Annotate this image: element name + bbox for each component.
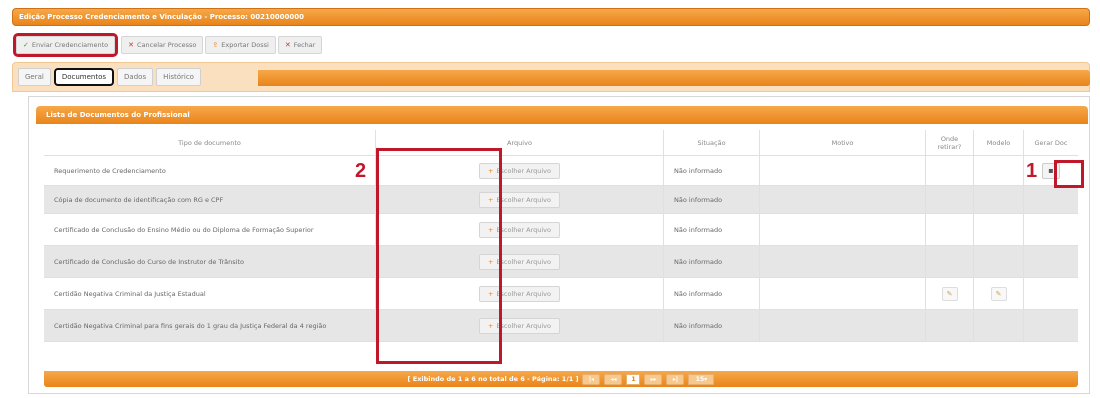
doc-type: Certidão Negativa Criminal para fins ger… <box>44 310 376 341</box>
send-credentialing-label: Enviar Credenciamento <box>31 41 109 49</box>
window-title: Edição Processo Credenciamento e Vincula… <box>12 8 1090 26</box>
where-cell <box>926 214 974 245</box>
reason <box>760 310 926 341</box>
pencil-icon[interactable]: ✎ <box>990 286 1007 301</box>
choose-file-label: Escolher Arquivo <box>496 257 552 266</box>
annotation-one: 1 <box>1026 160 1038 182</box>
doc-type: Certificado de Conclusão do Ensino Médio… <box>44 214 376 245</box>
reason <box>760 186 926 213</box>
doc-type: Certidão Negativa Criminal da Justiça Es… <box>44 278 376 309</box>
status: Não informado <box>664 246 760 277</box>
tab-geral[interactable]: Geral <box>18 68 51 86</box>
col-modelo: Modelo <box>974 130 1024 155</box>
col-motivo: Motivo <box>760 130 926 155</box>
cancel-process-label: Cancelar Processo <box>137 41 197 49</box>
table-row: Certificado de Conclusão do Curso de Ins… <box>44 246 1078 278</box>
documents-table: Tipo de documento Arquivo Situação Motiv… <box>44 130 1078 342</box>
generate-cell <box>1024 310 1078 341</box>
generate-cell <box>1024 186 1078 213</box>
model-cell <box>974 156 1024 185</box>
status: Não informado <box>664 156 760 185</box>
where-cell <box>926 156 974 185</box>
export-dossier-button[interactable]: ⇪ Exportar Dossi <box>205 36 276 54</box>
generate-cell <box>1024 278 1078 309</box>
close-icon: ✕ <box>128 41 135 49</box>
col-onde-retirar: Onde retirar? <box>926 130 974 155</box>
export-dossier-label: Exportar Dossi <box>221 41 269 49</box>
tab-dados[interactable]: Dados <box>117 68 154 86</box>
choose-file-label: Escolher Arquivo <box>496 321 552 330</box>
highlight-file-column <box>376 148 502 364</box>
prev-page-button[interactable]: ◂◂ <box>604 373 623 385</box>
choose-file-label: Escolher Arquivo <box>496 225 552 234</box>
first-page-button[interactable]: |◂ <box>582 373 601 385</box>
highlight-generate-doc <box>1054 160 1084 188</box>
status: Não informado <box>664 278 760 309</box>
model-cell <box>974 186 1024 213</box>
table-row: Cópia de documento de identificação com … <box>44 186 1078 214</box>
current-page[interactable]: 1 <box>626 373 641 385</box>
col-situacao: Situação <box>664 130 760 155</box>
close-label: Fechar <box>293 41 316 49</box>
pagination-summary: [ Exibindo de 1 a 6 no total de 6 - Pági… <box>407 375 579 383</box>
reason <box>760 246 926 277</box>
reason <box>760 156 926 185</box>
table-row: Certificado de Conclusão do Ensino Médio… <box>44 214 1078 246</box>
export-icon: ⇪ <box>212 41 219 49</box>
doc-type: Certificado de Conclusão do Curso de Ins… <box>44 246 376 277</box>
tab-documentos[interactable]: Documentos <box>53 68 115 86</box>
pagination-bar: [ Exibindo de 1 a 6 no total de 6 - Pági… <box>44 371 1078 387</box>
table-row: Certidão Negativa Criminal da Justiça Es… <box>44 278 1078 310</box>
close-icon: ✕ <box>284 41 291 49</box>
tab-strip: Geral Documentos Dados Histórico <box>18 68 201 86</box>
cancel-process-button[interactable]: ✕ Cancelar Processo <box>121 36 204 54</box>
generate-cell <box>1024 214 1078 245</box>
tab-bar-fill <box>258 70 1090 86</box>
choose-file-label: Escolher Arquivo <box>496 289 552 298</box>
generate-cell <box>1024 246 1078 277</box>
model-cell <box>974 310 1024 341</box>
close-button[interactable]: ✕ Fechar <box>277 36 323 54</box>
send-credentialing-button[interactable]: ✓ Enviar Credenciamento <box>12 33 119 57</box>
annotation-two: 2 <box>355 160 367 182</box>
status: Não informado <box>664 214 760 245</box>
pencil-icon[interactable]: ✎ <box>941 286 958 301</box>
choose-file-label: Escolher Arquivo <box>496 195 552 204</box>
col-gerar-doc: Gerar Doc <box>1034 138 1068 147</box>
toolbar: ✓ Enviar Credenciamento ✕ Cancelar Proce… <box>12 33 323 57</box>
where-cell: ✎ <box>926 278 974 309</box>
choose-file-label: Escolher Arquivo <box>496 166 552 175</box>
model-cell <box>974 214 1024 245</box>
model-cell: ✎ <box>974 278 1024 309</box>
panel-title: Lista de Documentos do Profissional <box>36 106 1088 124</box>
reason <box>760 278 926 309</box>
model-cell <box>974 246 1024 277</box>
status: Não informado <box>664 310 760 341</box>
next-page-button[interactable]: ▸▸ <box>644 373 663 385</box>
status: Não informado <box>664 186 760 213</box>
table-row: Certidão Negativa Criminal para fins ger… <box>44 310 1078 342</box>
where-cell <box>926 310 974 341</box>
table-header: Tipo de documento Arquivo Situação Motiv… <box>44 130 1078 156</box>
tab-historico[interactable]: Histórico <box>156 68 201 86</box>
page-size-select[interactable]: 15 ▾ <box>688 373 715 385</box>
col-tipo[interactable]: Tipo de documento <box>44 130 376 155</box>
where-cell <box>926 246 974 277</box>
doc-type: Cópia de documento de identificação com … <box>44 186 376 213</box>
page-size-value: 15 <box>695 375 705 383</box>
where-cell <box>926 186 974 213</box>
last-page-button[interactable]: ▸| <box>666 373 685 385</box>
table-row: Requerimento de Credenciamento + Escolher… <box>44 156 1078 186</box>
doc-type: Requerimento de Credenciamento <box>44 156 376 185</box>
reason <box>760 214 926 245</box>
check-icon: ✓ <box>23 41 29 49</box>
